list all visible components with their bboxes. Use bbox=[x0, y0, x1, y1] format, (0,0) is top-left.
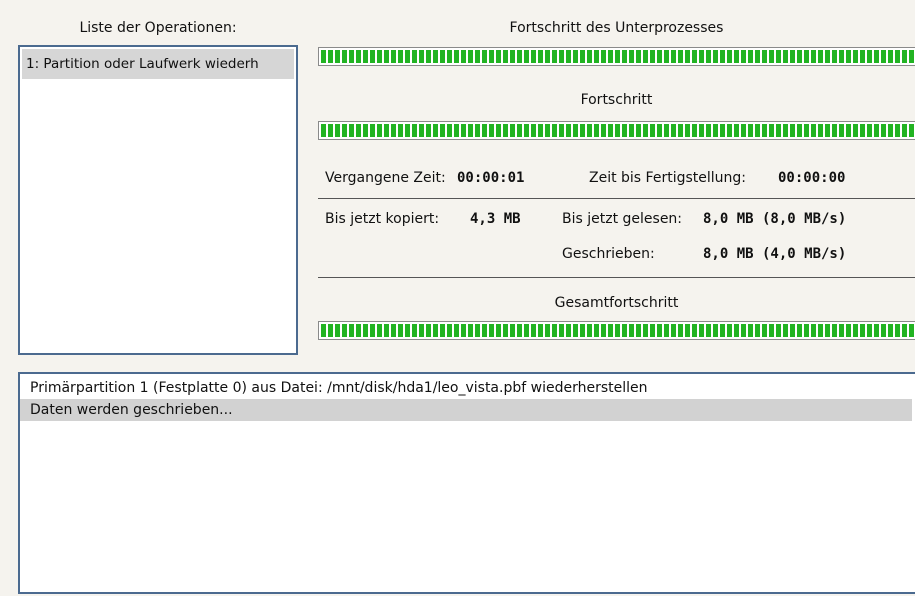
operation-item[interactable]: 1: Partition oder Laufwerk wiederh bbox=[22, 49, 294, 79]
log-line: Daten werden geschrieben... bbox=[20, 399, 912, 421]
elapsed-time-value: 00:00:01 bbox=[457, 170, 525, 186]
subprocess-progress-fill bbox=[319, 48, 915, 65]
subprocess-progress-label: Fortschritt des Unterprozesses bbox=[509, 20, 724, 36]
progress-fill bbox=[319, 122, 915, 139]
subprocess-progress-bar bbox=[318, 47, 915, 66]
overall-progress-bar bbox=[318, 321, 915, 340]
operations-list[interactable]: 1: Partition oder Laufwerk wiederh bbox=[18, 45, 298, 355]
read-label: Bis jetzt gelesen: bbox=[562, 211, 683, 227]
log-panel[interactable]: Primärpartition 1 (Festplatte 0) aus Dat… bbox=[18, 372, 915, 594]
operations-title: Liste der Operationen: bbox=[79, 20, 237, 36]
written-label: Geschrieben: bbox=[562, 246, 655, 262]
elapsed-time-label: Vergangene Zeit: bbox=[325, 170, 446, 186]
progress-bar bbox=[318, 121, 915, 140]
written-value: 8,0 MB (4,0 MB/s) bbox=[703, 246, 847, 262]
copied-value: 4,3 MB bbox=[470, 211, 521, 227]
copied-label: Bis jetzt kopiert: bbox=[325, 211, 440, 227]
divider bbox=[318, 198, 915, 199]
log-line: Primärpartition 1 (Festplatte 0) aus Dat… bbox=[30, 380, 648, 396]
read-value: 8,0 MB (8,0 MB/s) bbox=[703, 211, 847, 227]
overall-progress-fill bbox=[319, 322, 915, 339]
remaining-time-value: 00:00:00 bbox=[778, 170, 846, 186]
progress-label: Fortschritt bbox=[580, 92, 653, 108]
divider bbox=[318, 277, 915, 278]
remaining-time-label: Zeit bis Fertigstellung: bbox=[589, 170, 747, 186]
overall-progress-label: Gesamtfortschritt bbox=[554, 295, 679, 311]
